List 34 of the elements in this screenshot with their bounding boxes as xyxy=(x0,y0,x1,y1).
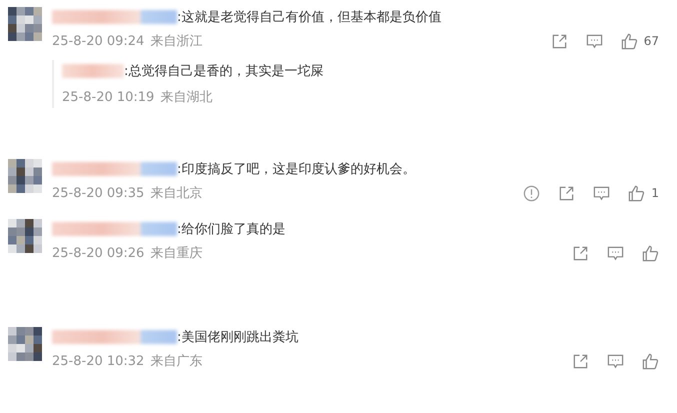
avatar-placeholder[interactable] xyxy=(8,7,42,41)
comment-text: :给你们脸了真的是 xyxy=(177,221,286,238)
reply-time: 25-8-20 10:19 xyxy=(62,90,154,104)
avatar-placeholder[interactable] xyxy=(8,159,42,193)
thumbs-up-icon[interactable] xyxy=(642,352,659,370)
comment-location: 来自重庆 xyxy=(150,245,202,262)
reply-text: :总觉得自己是香的，其实是一坨屎 xyxy=(124,63,324,80)
comment-time: 25-8-20 09:26 xyxy=(52,246,144,260)
report-icon[interactable] xyxy=(523,184,540,202)
comment-location: 来自浙江 xyxy=(150,33,202,50)
share-icon[interactable] xyxy=(558,184,576,202)
comment-time: 25-8-20 09:24 xyxy=(52,34,144,48)
thumbs-up-icon[interactable] xyxy=(642,244,659,262)
thumbs-up-icon[interactable] xyxy=(620,32,638,50)
thumbs-up-icon[interactable] xyxy=(628,184,646,202)
comment-time: 25-8-20 10:32 xyxy=(52,354,144,368)
comment-icon[interactable] xyxy=(607,244,624,262)
comment-text: :印度搞反了吧，这是印度认爹的好机会。 xyxy=(177,161,416,178)
comment-location: 来自广东 xyxy=(150,353,202,370)
share-icon[interactable] xyxy=(572,244,589,262)
comment-icon[interactable] xyxy=(593,184,610,202)
like-count: 1 xyxy=(651,186,659,200)
comment-icon[interactable] xyxy=(607,352,624,370)
comment-text: :美国佬刚刚跳出粪坑 xyxy=(177,329,298,346)
share-icon[interactable] xyxy=(572,352,589,370)
share-icon[interactable] xyxy=(550,32,568,50)
avatar-placeholder[interactable] xyxy=(8,219,42,253)
reply-location: 来自湖北 xyxy=(160,89,212,106)
like-count: 67 xyxy=(644,34,659,48)
avatar-placeholder[interactable] xyxy=(8,327,42,361)
comment-location: 来自北京 xyxy=(150,185,202,202)
comment-icon[interactable] xyxy=(586,32,603,50)
comment-text: :这就是老觉得自己有价值，但基本都是负价值 xyxy=(177,9,442,26)
comment-time: 25-8-20 09:35 xyxy=(52,186,144,200)
